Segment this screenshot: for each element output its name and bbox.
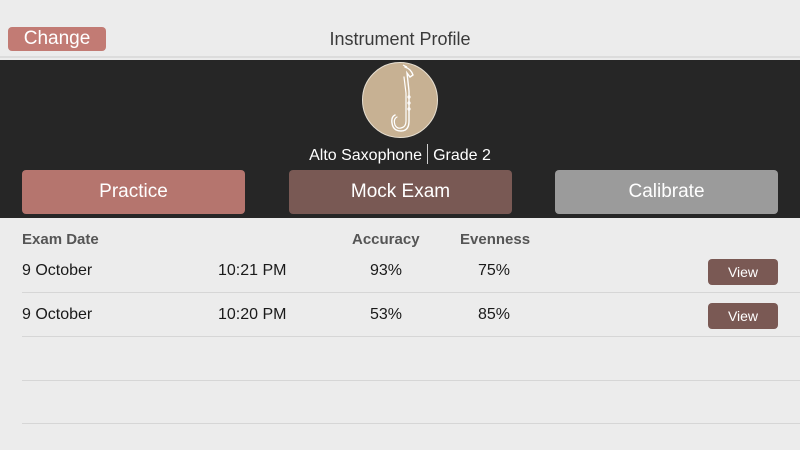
view-button[interactable]: View [708, 303, 778, 329]
empty-row [22, 338, 800, 381]
header-exam-date: Exam Date [22, 231, 99, 248]
row-evenness: 75% [478, 262, 511, 279]
saxophone-icon [362, 62, 438, 138]
view-button[interactable]: View [708, 259, 778, 285]
empty-row [22, 381, 800, 424]
row-time: 10:21 PM [218, 262, 287, 279]
grade-label: Grade 2 [433, 147, 491, 164]
table-row[interactable]: 9 October 10:20 PM 53% 85% View [22, 294, 800, 337]
practice-button[interactable]: Practice [22, 170, 245, 214]
row-accuracy: 53% [370, 306, 403, 323]
page-title: Instrument Profile [329, 29, 471, 49]
divider [427, 144, 429, 164]
instrument-grade-line: Alto Saxophone Grade 2 [0, 144, 800, 164]
header-evenness: Evenness [460, 231, 531, 248]
row-date: 9 October [22, 306, 93, 323]
table-row[interactable]: 9 October 10:21 PM 93% 75% View [22, 250, 800, 293]
mock-exam-button[interactable]: Mock Exam [289, 170, 512, 214]
profile-header: Alto Saxophone Grade 2 Practice Mock Exam… [0, 60, 800, 218]
saxophone-icon-graphic [391, 64, 414, 132]
exam-results-table: Exam Date Accuracy Evenness 9 October 10… [0, 218, 800, 450]
row-accuracy: 93% [370, 262, 403, 279]
row-time: 10:20 PM [218, 306, 287, 323]
row-evenness: 85% [478, 306, 511, 323]
navigation-bar: Change Instrument Profile [0, 0, 800, 58]
header-accuracy: Accuracy [352, 231, 420, 248]
calibrate-button[interactable]: Calibrate [555, 170, 778, 214]
instrument-name: Alto Saxophone [309, 147, 423, 164]
row-date: 9 October [22, 262, 93, 279]
